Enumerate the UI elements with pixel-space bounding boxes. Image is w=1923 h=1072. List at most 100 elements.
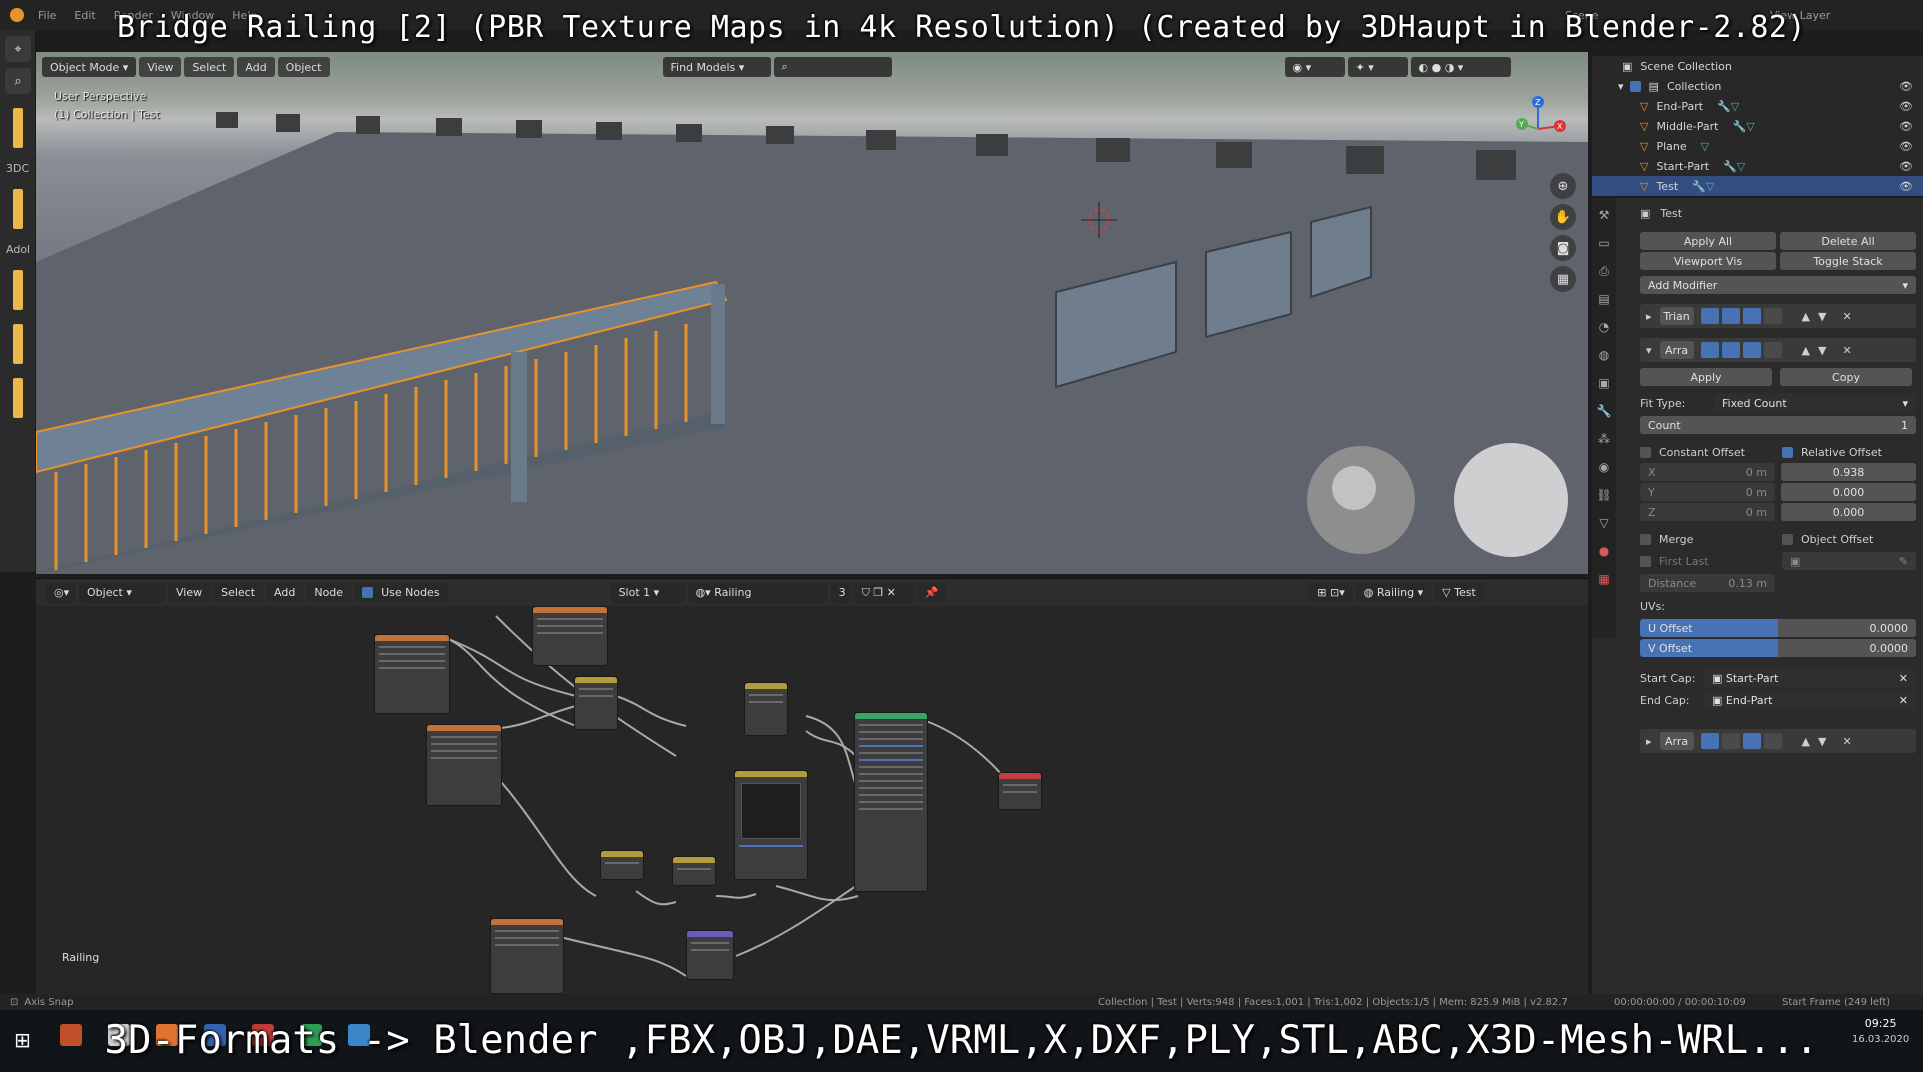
close-icon[interactable]: ✕ [1842, 344, 1851, 357]
find-models-dropdown[interactable]: Find Models ▾ [662, 57, 771, 77]
close-icon[interactable]: ✕ [1842, 310, 1851, 323]
expand-arrow-icon[interactable]: ▾ [1618, 80, 1624, 93]
data-tab-icon[interactable]: ▽ [1595, 516, 1613, 534]
eye-icon[interactable]: 👁 [1899, 100, 1913, 113]
delete-all-button[interactable]: Delete All [1780, 232, 1916, 250]
3d-viewport[interactable] [36, 52, 1588, 574]
copy-button[interactable]: Copy [1780, 368, 1912, 386]
world-tab-icon[interactable]: ◍ [1595, 348, 1613, 366]
material-selector[interactable]: ◍▾ Railing [687, 582, 828, 603]
relative-offset-toggle[interactable]: Relative Offset [1782, 446, 1882, 459]
relative-y-field[interactable]: 0.000 [1781, 483, 1916, 501]
collection-checkbox[interactable] [1629, 80, 1641, 92]
image-texture-node-3[interactable] [426, 724, 502, 806]
view-layer-tab-icon[interactable]: ▤ [1595, 292, 1613, 310]
object-mode-dropdown[interactable]: Object Mode ▾ [42, 57, 137, 77]
modifier-array-2[interactable]: ▸ Arra ▲ ▼ ✕ [1640, 729, 1916, 753]
right-object-selector[interactable]: ▽ Test [1434, 582, 1484, 603]
constant-y-field[interactable]: Y 0 m [1640, 483, 1775, 501]
camera-icon[interactable]: ◙ [1550, 235, 1576, 261]
navigation-gizmo[interactable]: Z Y X [1508, 94, 1568, 154]
cage-toggle-icon[interactable] [1763, 733, 1782, 749]
use-nodes-checkbox[interactable] [362, 587, 374, 598]
principled-bsdf-node[interactable] [854, 712, 928, 892]
viewport-search-input[interactable]: ⌕ [773, 57, 892, 77]
relative-x-field[interactable]: 0.938 [1781, 463, 1916, 481]
first-last-toggle[interactable]: First Last [1640, 555, 1782, 568]
node-object-dropdown[interactable]: Object ▾ [79, 582, 165, 603]
math-node-1[interactable] [600, 850, 644, 880]
modifier-name[interactable]: Trian [1659, 307, 1694, 325]
cage-toggle-icon[interactable] [1763, 308, 1782, 324]
material-actions-icons[interactable]: ⛉ ❐ ✕ [853, 582, 914, 603]
outliner-item-end-part[interactable]: ▽ End-Part 🔧▽ 👁 [1592, 96, 1923, 116]
cage-toggle-icon[interactable] [1763, 342, 1782, 358]
outliner-item-middle-part[interactable]: ▽ Middle-Part 🔧▽ 👁 [1592, 116, 1923, 136]
image-texture-node-4[interactable] [490, 918, 564, 994]
move-down-icon[interactable]: ▼ [1818, 735, 1826, 748]
eye-icon[interactable]: 👁 [1899, 180, 1913, 193]
apply-button[interactable]: Apply [1640, 368, 1772, 386]
modifier-triangulate[interactable]: ▸ Trian ▲ ▼ ✕ [1640, 304, 1916, 328]
particles-tab-icon[interactable]: ⁂ [1595, 432, 1613, 450]
pin-icon[interactable]: 📌 [916, 582, 947, 603]
constant-offset-toggle[interactable]: Constant Offset [1640, 446, 1782, 459]
eye-icon[interactable]: 👁 [1899, 140, 1913, 153]
render-toggle-icon[interactable] [1721, 342, 1740, 358]
grid-icon[interactable]: ▦ [1550, 266, 1576, 292]
image-texture-node-1[interactable] [374, 634, 450, 714]
move-down-icon[interactable]: ▼ [1818, 344, 1826, 357]
start-cap-field[interactable]: ▣ Start-Part ✕ [1704, 669, 1916, 687]
node-menu-select[interactable]: Select [213, 582, 264, 603]
object-offset-toggle[interactable]: Object Offset [1782, 533, 1873, 546]
collapse-arrow-icon[interactable]: ▾ [1646, 344, 1652, 357]
merge-distance-field[interactable]: Distance 0.13 m [1640, 574, 1775, 592]
modifier-tab-icon[interactable]: 🔧 [1595, 404, 1613, 422]
offset-object-field[interactable]: ▣ ✎ [1782, 552, 1916, 570]
object-offset-checkbox[interactable] [1782, 534, 1793, 545]
material-tab-icon[interactable]: ● [1595, 544, 1613, 562]
add-modifier-dropdown[interactable]: Add Modifier ▾ [1640, 276, 1916, 294]
viewport-toggle-icon[interactable] [1742, 342, 1761, 358]
tool-tab-icon[interactable]: ⚒ [1595, 208, 1613, 226]
relative-z-field[interactable]: 0.000 [1781, 503, 1916, 521]
object-tab-icon[interactable]: ▣ [1595, 376, 1613, 394]
node-snap-icons[interactable]: ⊞ ⊡▾ [1309, 582, 1353, 603]
end-cap-field[interactable]: ▣ End-Part ✕ [1704, 691, 1916, 709]
apply-all-button[interactable]: Apply All [1640, 232, 1776, 250]
constant-z-field[interactable]: Z 0 m [1640, 503, 1775, 521]
render-toggle-icon[interactable] [1721, 308, 1740, 324]
color-ramp-node[interactable] [734, 770, 808, 880]
toggle-stack-button[interactable]: Toggle Stack [1780, 252, 1916, 270]
move-down-icon[interactable]: ▼ [1818, 310, 1826, 323]
editmode-toggle-icon[interactable] [1700, 308, 1719, 324]
expand-arrow-icon[interactable]: ▸ [1646, 310, 1652, 323]
node-menu-node[interactable]: Node [306, 582, 352, 603]
editmode-toggle-icon[interactable] [1700, 733, 1719, 749]
constant-offset-checkbox[interactable] [1640, 447, 1651, 458]
render-tab-icon[interactable]: ▭ [1595, 236, 1613, 254]
eye-icon[interactable]: 👁 [1899, 160, 1913, 173]
eyedropper-icon[interactable]: ✎ [1899, 555, 1908, 568]
u-offset-field[interactable]: U Offset 0.0000 [1640, 619, 1916, 637]
node-editor-canvas[interactable] [36, 606, 1588, 994]
modifier-name[interactable]: Arra [1659, 341, 1694, 359]
relative-offset-checkbox[interactable] [1782, 447, 1793, 458]
pan-hand-icon[interactable]: ✋ [1550, 204, 1576, 230]
viewport-menu-view[interactable]: View [139, 57, 182, 77]
close-icon[interactable]: ✕ [1842, 735, 1851, 748]
v-offset-field[interactable]: V Offset 0.0000 [1640, 639, 1916, 657]
node-menu-view[interactable]: View [168, 582, 211, 603]
viewport-vis-button[interactable]: Viewport Vis [1640, 252, 1776, 270]
output-tab-icon[interactable]: ⎙ [1595, 264, 1613, 282]
physics-tab-icon[interactable]: ◉ [1595, 460, 1613, 478]
viewport-menu-add[interactable]: Add [237, 57, 275, 77]
clear-icon[interactable]: ✕ [1899, 672, 1908, 685]
material-output-node[interactable] [998, 772, 1042, 810]
node-menu-add[interactable]: Add [266, 582, 304, 603]
move-up-icon[interactable]: ▲ [1802, 310, 1810, 323]
right-material-selector[interactable]: ◍ Railing ▾ [1355, 582, 1432, 603]
shading-modes-icon[interactable]: ◐ ● ◑ ▾ [1410, 57, 1511, 77]
merge-toggle[interactable]: Merge [1640, 533, 1782, 546]
outliner-item-plane[interactable]: ▽ Plane ▽ 👁 [1592, 136, 1923, 156]
